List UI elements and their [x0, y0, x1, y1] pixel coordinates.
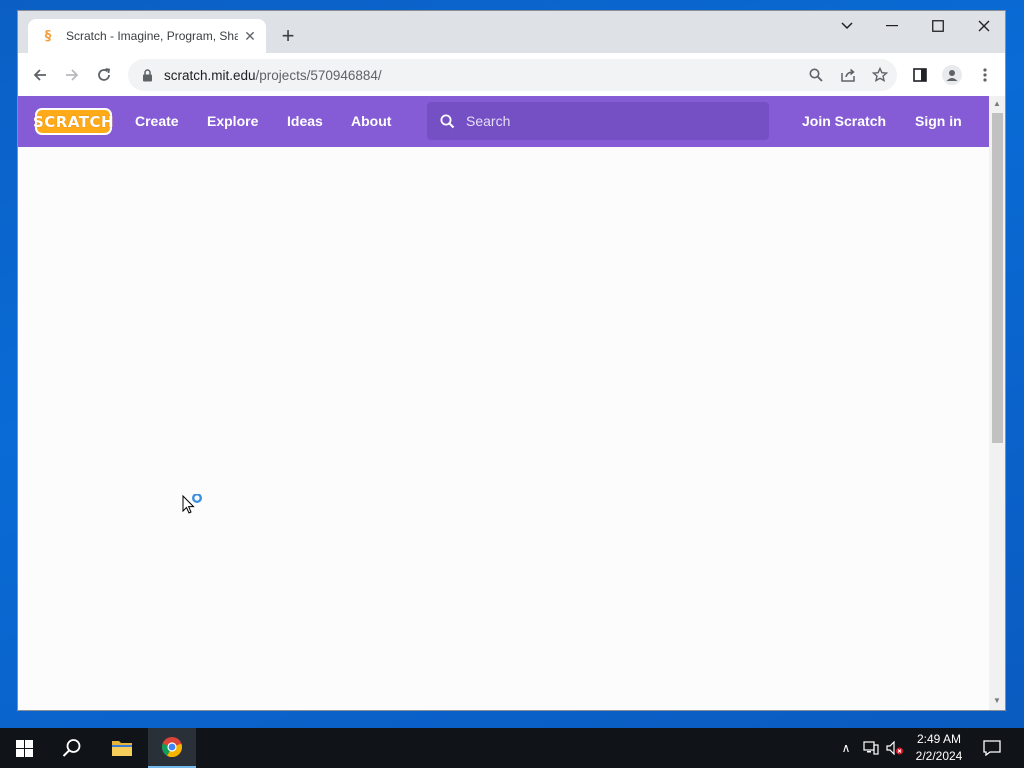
- nav-ideas-link[interactable]: Ideas: [287, 96, 323, 147]
- search-input[interactable]: [466, 113, 756, 129]
- profile-icon[interactable]: [941, 64, 963, 86]
- maximize-button[interactable]: [915, 11, 961, 41]
- url-domain: scratch.mit.edu: [164, 67, 256, 83]
- nav-about-link[interactable]: About: [351, 96, 391, 147]
- nav-create-link[interactable]: Create: [135, 96, 179, 147]
- tab-scratch[interactable]: § Scratch - Imagine, Program, Share ✕: [28, 19, 266, 53]
- browser-toolbar: scratch.mit.edu/projects/570946884/: [18, 53, 1005, 96]
- minimize-button[interactable]: [869, 11, 915, 41]
- nav-explore-link[interactable]: Explore: [207, 96, 258, 147]
- url-path: /projects/570946884/: [255, 67, 382, 83]
- clock-date: 2/2/2024: [915, 749, 963, 763]
- taskbar: ∧ 2:49 AM 2/2/2024: [0, 728, 1024, 768]
- reload-button[interactable]: [90, 61, 118, 89]
- tab-strip: § Scratch - Imagine, Program, Share ✕ +: [18, 11, 1005, 53]
- close-icon: [978, 20, 990, 32]
- system-clock[interactable]: 2:49 AM 2/2/2024: [910, 731, 968, 765]
- file-explorer-icon: [112, 741, 132, 756]
- busy-cursor-icon: [182, 494, 202, 514]
- bookmark-star-icon[interactable]: [871, 66, 889, 84]
- forward-button[interactable]: [58, 61, 86, 89]
- lock-icon[interactable]: [140, 68, 154, 82]
- more-menu-icon[interactable]: [974, 64, 996, 86]
- reload-icon: [98, 68, 111, 81]
- notification-icon: [983, 740, 1001, 756]
- scroll-down-arrow-icon[interactable]: ▼: [993, 696, 1001, 705]
- close-window-button[interactable]: [961, 11, 1005, 41]
- scratch-cat-icon: §: [44, 28, 52, 44]
- sign-in-link[interactable]: Sign in: [915, 96, 962, 147]
- tab-close-icon[interactable]: ✕: [242, 28, 258, 45]
- tab-search-button[interactable]: [824, 11, 870, 41]
- zoom-icon[interactable]: [807, 66, 825, 84]
- tray-chevron-up-icon[interactable]: ∧: [838, 728, 854, 768]
- scroll-up-arrow-icon[interactable]: ▲: [993, 99, 1001, 108]
- page-viewport: SCRATCH Create Explore Ideas About Join …: [18, 96, 1005, 710]
- start-button[interactable]: [0, 728, 48, 768]
- join-scratch-link[interactable]: Join Scratch: [802, 96, 886, 147]
- share-icon[interactable]: [839, 66, 857, 84]
- scroll-thumb[interactable]: [992, 113, 1003, 443]
- windows-start-icon: [15, 739, 33, 757]
- notification-center-button[interactable]: [980, 728, 1004, 768]
- search-icon: [439, 113, 455, 129]
- chrome-taskbar-button[interactable]: [148, 728, 196, 768]
- chrome-icon: [161, 737, 183, 758]
- search-icon: [62, 739, 81, 757]
- forward-arrow-icon: [66, 69, 79, 81]
- maximize-icon: [932, 20, 944, 32]
- url-text: scratch.mit.edu/projects/570946884/: [164, 68, 382, 83]
- side-panel-icon[interactable]: [909, 64, 931, 86]
- scratch-logo[interactable]: SCRATCH: [33, 108, 114, 135]
- browser-window: § Scratch - Imagine, Program, Share ✕ +: [17, 10, 1006, 711]
- search-box[interactable]: [427, 102, 769, 140]
- address-bar[interactable]: scratch.mit.edu/projects/570946884/: [128, 59, 897, 91]
- taskbar-search-button[interactable]: [48, 728, 96, 768]
- back-arrow-icon: [33, 69, 46, 81]
- clock-time: 2:49 AM: [916, 732, 962, 746]
- vertical-scrollbar[interactable]: ▲ ▼: [989, 96, 1005, 710]
- new-tab-button[interactable]: +: [276, 24, 300, 48]
- file-explorer-button[interactable]: [98, 728, 146, 768]
- back-button[interactable]: [26, 61, 54, 89]
- volume-muted-icon[interactable]: [885, 728, 905, 768]
- minimize-icon: [886, 25, 898, 27]
- chevron-down-icon: [841, 22, 853, 30]
- network-icon[interactable]: [861, 728, 881, 768]
- tab-title: Scratch - Imagine, Program, Share: [66, 29, 238, 43]
- scratch-navbar: SCRATCH Create Explore Ideas About Join …: [18, 96, 989, 147]
